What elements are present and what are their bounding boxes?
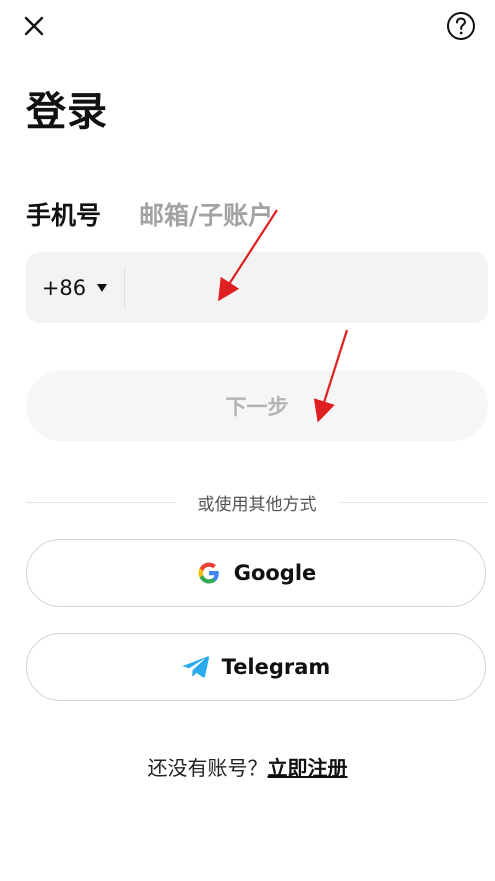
tab-email-subaccount[interactable]: 邮箱/子账户 (139, 200, 273, 232)
alt-login-text: 或使用其他方式 (197, 494, 317, 515)
tab-phone[interactable]: 手机号 (26, 200, 101, 232)
divider-line-right (338, 501, 488, 503)
google-label: Google (233, 561, 317, 585)
login-method-tabs: 手机号 邮箱/子账户 (26, 200, 273, 232)
register-prompt: 还没有账号？立即注册 (0, 752, 495, 781)
telegram-label: Telegram (221, 655, 331, 679)
close-icon (24, 16, 44, 36)
no-account-text: 还没有账号？ (147, 756, 268, 780)
google-icon (198, 562, 219, 584)
help-button[interactable] (443, 8, 479, 44)
phone-field: +86 (26, 251, 488, 324)
next-button[interactable]: 下一步 (26, 371, 488, 441)
telegram-icon (181, 656, 209, 678)
close-button[interactable] (16, 8, 52, 44)
page-title: 登录 (26, 89, 108, 135)
register-link[interactable]: 立即注册 (268, 756, 348, 780)
alt-login-divider: 或使用其他方式 (26, 489, 488, 515)
caret-down-icon (97, 283, 108, 292)
divider-line-left (26, 501, 176, 503)
country-code-selector[interactable]: +86 (26, 252, 124, 323)
help-icon (447, 12, 475, 40)
google-login-button[interactable]: Google (26, 539, 486, 607)
phone-input[interactable] (125, 251, 488, 324)
telegram-login-button[interactable]: Telegram (26, 633, 486, 701)
country-code-value: +86 (41, 275, 87, 300)
top-bar (0, 0, 495, 60)
